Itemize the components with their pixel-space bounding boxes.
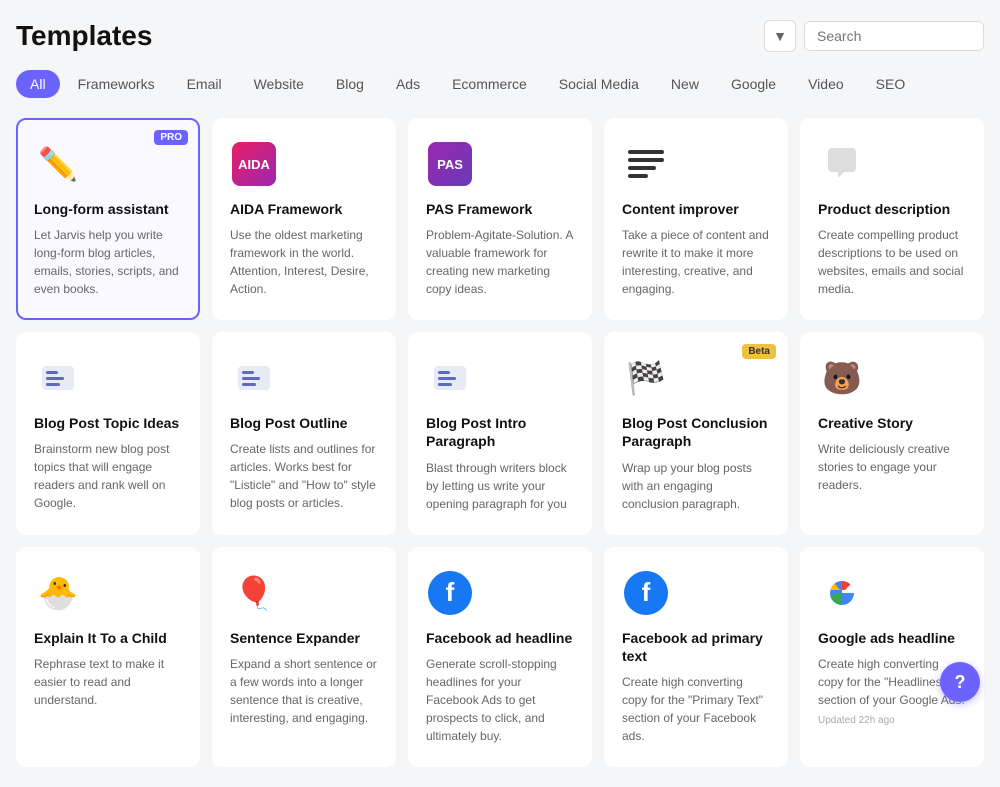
card-icon-blog-topic-ideas (34, 354, 82, 402)
template-card-sentence-expander[interactable]: 🎈 Sentence Expander Expand a short sente… (212, 547, 396, 767)
card-desc-product-description: Create compelling product descriptions t… (818, 226, 966, 298)
card-title-facebook-headline: Facebook ad headline (426, 629, 574, 647)
card-icon-blog-outline (230, 354, 278, 402)
card-title-creative-story: Creative Story (818, 414, 966, 432)
tab-blog[interactable]: Blog (322, 70, 378, 98)
tab-social_media[interactable]: Social Media (545, 70, 653, 98)
card-icon-facebook-headline: f (426, 569, 474, 617)
card-icon-content-improver (622, 140, 670, 188)
tabs-container: AllFrameworksEmailWebsiteBlogAdsEcommerc… (16, 70, 984, 98)
tab-ads[interactable]: Ads (382, 70, 434, 98)
card-desc-long-form: Let Jarvis help you write long-form blog… (34, 226, 182, 298)
card-desc-creative-story: Write deliciously creative stories to en… (818, 440, 966, 494)
tab-all[interactable]: All (16, 70, 60, 98)
card-desc-facebook-headline: Generate scroll-stopping headlines for y… (426, 655, 574, 745)
card-title-pas: PAS Framework (426, 200, 574, 218)
template-card-facebook-headline[interactable]: f Facebook ad headline Generate scroll-s… (408, 547, 592, 767)
card-desc-blog-intro: Blast through writers block by letting u… (426, 459, 574, 513)
card-icon-blog-intro (426, 354, 474, 402)
card-desc-aida: Use the oldest marketing framework in th… (230, 226, 378, 298)
card-title-facebook-primary: Facebook ad primary text (622, 629, 770, 665)
template-card-blog-topic-ideas[interactable]: Blog Post Topic Ideas Brainstorm new blo… (16, 332, 200, 534)
card-icon-sentence-expander: 🎈 (230, 569, 278, 617)
card-title-content-improver: Content improver (622, 200, 770, 218)
card-title-sentence-expander: Sentence Expander (230, 629, 378, 647)
tab-frameworks[interactable]: Frameworks (64, 70, 169, 98)
templates-grid: PRO ✏️ Long-form assistant Let Jarvis he… (16, 118, 984, 767)
card-title-explain-child: Explain It To a Child (34, 629, 182, 647)
card-title-blog-topic-ideas: Blog Post Topic Ideas (34, 414, 182, 432)
tab-new[interactable]: New (657, 70, 713, 98)
template-card-facebook-primary[interactable]: f Facebook ad primary text Create high c… (604, 547, 788, 767)
template-card-blog-conclusion[interactable]: Beta 🏁 Blog Post Conclusion Paragraph Wr… (604, 332, 788, 534)
badge-blog-conclusion: Beta (742, 344, 776, 359)
tab-seo[interactable]: SEO (862, 70, 920, 98)
card-desc-blog-topic-ideas: Brainstorm new blog post topics that wil… (34, 440, 182, 512)
template-card-google-ads-headline[interactable]: Google ads headline Create high converti… (800, 547, 984, 767)
tab-video[interactable]: Video (794, 70, 858, 98)
tab-website[interactable]: Website (240, 70, 318, 98)
card-title-product-description: Product description (818, 200, 966, 218)
search-input[interactable] (804, 21, 984, 51)
card-title-google-ads-headline: Google ads headline (818, 629, 966, 647)
tab-email[interactable]: Email (173, 70, 236, 98)
card-icon-creative-story: 🐻 (818, 354, 866, 402)
card-desc-facebook-primary: Create high converting copy for the "Pri… (622, 673, 770, 745)
card-title-blog-conclusion: Blog Post Conclusion Paragraph (622, 414, 770, 450)
badge-long-form: PRO (154, 130, 188, 145)
card-icon-facebook-primary: f (622, 569, 670, 617)
card-title-long-form: Long-form assistant (34, 200, 182, 218)
card-desc-sentence-expander: Expand a short sentence or a few words i… (230, 655, 378, 727)
card-icon-explain-child: 🐣 (34, 569, 82, 617)
template-card-product-description[interactable]: Product description Create compelling pr… (800, 118, 984, 320)
template-card-blog-intro[interactable]: Blog Post Intro Paragraph Blast through … (408, 332, 592, 534)
help-button[interactable]: ? (940, 662, 980, 702)
card-desc-pas: Problem-Agitate-Solution. A valuable fra… (426, 226, 574, 298)
tab-google[interactable]: Google (717, 70, 790, 98)
card-title-aida: AIDA Framework (230, 200, 378, 218)
card-updated-google-ads-headline: Updated 22h ago (818, 715, 966, 726)
card-desc-blog-outline: Create lists and outlines for articles. … (230, 440, 378, 512)
filter-button[interactable]: ▼ (764, 20, 796, 52)
card-icon-product-description (818, 140, 866, 188)
template-card-creative-story[interactable]: 🐻 Creative Story Write deliciously creat… (800, 332, 984, 534)
template-card-blog-outline[interactable]: Blog Post Outline Create lists and outli… (212, 332, 396, 534)
card-desc-blog-conclusion: Wrap up your blog posts with an engaging… (622, 459, 770, 513)
template-card-explain-child[interactable]: 🐣 Explain It To a Child Rephrase text to… (16, 547, 200, 767)
template-card-pas[interactable]: PAS PAS Framework Problem-Agitate-Soluti… (408, 118, 592, 320)
template-card-long-form[interactable]: PRO ✏️ Long-form assistant Let Jarvis he… (16, 118, 200, 320)
card-title-blog-intro: Blog Post Intro Paragraph (426, 414, 574, 450)
card-desc-explain-child: Rephrase text to make it easier to read … (34, 655, 182, 709)
card-icon-blog-conclusion: 🏁 (622, 354, 670, 402)
page-title: Templates (16, 20, 152, 52)
card-desc-content-improver: Take a piece of content and rewrite it t… (622, 226, 770, 298)
filter-icon: ▼ (773, 28, 787, 44)
card-icon-pas: PAS (426, 140, 474, 188)
template-card-content-improver[interactable]: Content improver Take a piece of content… (604, 118, 788, 320)
tab-ecommerce[interactable]: Ecommerce (438, 70, 541, 98)
card-icon-long-form: ✏️ (34, 140, 82, 188)
card-icon-aida: AIDA (230, 140, 278, 188)
card-title-blog-outline: Blog Post Outline (230, 414, 378, 432)
template-card-aida[interactable]: AIDA AIDA Framework Use the oldest marke… (212, 118, 396, 320)
card-icon-google-ads-headline (818, 569, 866, 617)
